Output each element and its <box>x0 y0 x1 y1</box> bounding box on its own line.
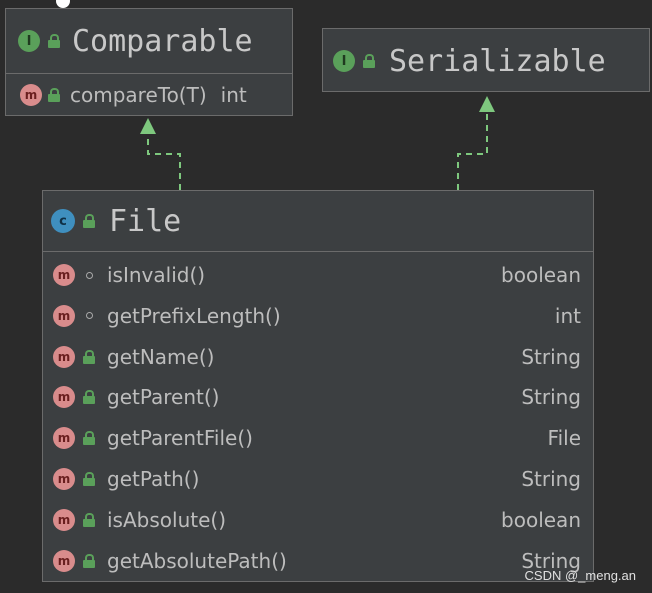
public-lock-icon <box>83 512 95 527</box>
method-icon: m <box>53 468 75 490</box>
interface-icon: I <box>18 30 40 52</box>
method-icon: m <box>53 304 75 327</box>
method-return-type: int <box>220 83 247 107</box>
serializable-interface-box[interactable]: I Serializable <box>322 28 650 92</box>
method-row[interactable]: m isInvalid() boolean <box>43 255 593 295</box>
method-row[interactable]: m getName() String <box>43 337 593 377</box>
implements-comparable-arrow-line <box>147 132 181 190</box>
method-name: getPrefixLength() <box>107 303 281 328</box>
comparable-method-row[interactable]: m compareTo(T) int <box>6 75 292 115</box>
method-return-type: String <box>521 344 581 369</box>
public-lock-icon <box>83 431 95 446</box>
method-name: getParentFile() <box>107 426 253 451</box>
method-name: isInvalid() <box>107 263 206 287</box>
file-divider <box>43 251 593 252</box>
method-name: getName() <box>107 344 215 369</box>
public-lock-icon <box>48 88 60 102</box>
method-icon: m <box>53 264 75 286</box>
public-lock-icon <box>363 54 375 68</box>
method-row[interactable]: m getAbsolutePath() String <box>43 541 593 581</box>
method-row[interactable]: m isAbsolute() boolean <box>43 500 593 540</box>
method-name: getAbsolutePath() <box>107 548 287 573</box>
serializable-arrowhead <box>479 96 495 112</box>
method-name: getParent() <box>107 385 220 410</box>
file-class-box[interactable]: c File m isInvalid() boolean m getPrefixLeng… <box>42 190 594 582</box>
comparable-arrowhead <box>140 118 156 134</box>
method-icon: m <box>53 345 75 368</box>
method-return-type: String <box>521 467 581 491</box>
file-title: File <box>109 203 182 239</box>
method-icon: m <box>20 84 42 106</box>
public-lock-icon <box>48 34 60 48</box>
watermark: CSDN @_meng.an <box>524 568 636 583</box>
package-private-icon <box>86 312 93 320</box>
comparable-title: Comparable <box>72 23 253 59</box>
method-row[interactable]: m getParentFile() File <box>43 418 593 458</box>
package-private-icon <box>86 271 93 279</box>
method-return-type: File <box>547 426 581 451</box>
public-lock-icon <box>83 553 95 568</box>
method-icon: m <box>53 508 75 531</box>
public-lock-icon <box>83 390 95 405</box>
public-lock-icon <box>83 349 95 364</box>
class-icon: c <box>51 209 75 233</box>
comparable-divider <box>6 73 292 74</box>
implements-serializable-arrow-line <box>457 110 488 190</box>
public-lock-icon <box>83 214 95 228</box>
method-icon: m <box>53 549 75 572</box>
method-name: compareTo(T) <box>70 83 207 107</box>
public-lock-icon <box>83 472 95 486</box>
method-return-type: boolean <box>501 507 581 532</box>
method-name: getPath() <box>107 467 200 491</box>
method-icon: m <box>53 386 75 409</box>
method-return-type: String <box>521 385 581 410</box>
method-row[interactable]: m getPrefixLength() int <box>43 296 593 336</box>
method-icon: m <box>53 427 75 450</box>
interface-icon: I <box>333 50 355 72</box>
method-row[interactable]: m getParent() String <box>43 377 593 417</box>
method-name: isAbsolute() <box>107 507 226 532</box>
method-row[interactable]: m getPath() String <box>43 459 593 499</box>
serializable-title: Serializable <box>389 43 606 79</box>
comparable-interface-box[interactable]: I Comparable m compareTo(T) int <box>5 8 293 116</box>
method-return-type: int <box>554 303 581 328</box>
method-return-type: boolean <box>501 263 581 287</box>
